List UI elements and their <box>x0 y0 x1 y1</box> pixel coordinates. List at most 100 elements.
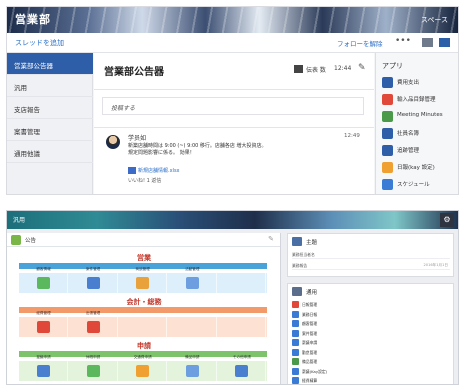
notice-icon <box>11 235 21 245</box>
member-icon[interactable] <box>294 65 303 73</box>
tracking-icon <box>382 145 393 156</box>
app-icon <box>292 348 299 356</box>
more-options-icon[interactable]: ••• <box>395 36 411 46</box>
section-title: 営業 <box>137 254 151 262</box>
topic-icon <box>292 237 302 246</box>
customer-icon <box>37 277 50 289</box>
space-title: 営業部 <box>15 13 51 26</box>
apps-card: 通用 日報管理 業務日報 顧客管理 案件管理 稟議申請 勤怠管理 備品管理 稟議(Kay設定)… <box>287 283 454 384</box>
app-label: 業務日報 <box>302 311 318 317</box>
space-label[interactable]: スペース <box>421 15 448 25</box>
portal-app-cell[interactable]: 経費管理 <box>19 311 68 337</box>
app-icon <box>292 339 299 346</box>
expense-icon <box>382 77 393 88</box>
gear-icon[interactable]: ⚙ <box>440 213 454 227</box>
portal-app-cell[interactable]: 案件管理 <box>69 267 118 293</box>
app-label: 追跡管理 <box>397 148 420 154</box>
portal-app-cell[interactable]: その他申請 <box>217 355 267 381</box>
portal-app-cell[interactable]: 顧客情報 <box>19 267 68 293</box>
sidebar-item-3[interactable]: 案書管理 <box>7 119 93 141</box>
portal-app-label: 休暇申請 <box>85 355 101 359</box>
portal-app-label: 商談管理 <box>135 267 150 271</box>
member-time: 12:44 <box>334 65 352 72</box>
post-body-line: 新築店舗時間は 9:00 (~) 9:00 移行。店舗各店 増大投資店。 <box>128 143 267 149</box>
app-icon <box>292 377 299 384</box>
meeting-icon <box>136 277 150 289</box>
app-item[interactable]: スケジュール <box>382 177 458 193</box>
sidebar-item-1[interactable]: 汎用 <box>7 75 93 97</box>
app-label: 費用支出 <box>397 80 420 86</box>
portal-app-cell[interactable]: 休暇申請 <box>69 355 118 381</box>
sidebar-item-4[interactable]: 通用他議 <box>7 141 93 163</box>
app-label: 勤怠管理 <box>302 349 318 355</box>
app-icon <box>292 358 299 365</box>
portal-app-cell[interactable]: 商談管理 <box>118 267 168 293</box>
space-title: 汎用 <box>13 217 26 224</box>
app-item[interactable]: 稟議申請 <box>292 338 450 348</box>
portal-app-cell[interactable]: 備品申請 <box>168 355 217 381</box>
unfollow-link[interactable]: フォローを解除 <box>337 38 383 48</box>
app-label: スケジュール <box>397 182 430 188</box>
thread-sidebar: 営業部公告器 汎用 支店報告 案書管理 通用他議 <box>7 53 93 194</box>
portal-app-cell[interactable]: 稟議申請 <box>19 355 68 381</box>
sidebar-item-2[interactable]: 支店報告 <box>7 97 93 119</box>
app-label: 輸入品目録管理 <box>397 97 436 103</box>
portal-app-label: 出張管理 <box>85 311 101 315</box>
apps-panel: アプリ 費用支出 輸入品目録管理 Meeting Minutes 社員名簿 追跡管理 日報… <box>375 53 458 194</box>
activity-icon <box>185 277 199 289</box>
app-icon <box>292 320 299 327</box>
section-title: 会計・総務 <box>126 298 162 306</box>
app-item[interactable]: 日報(kay 設定) <box>382 160 458 176</box>
portal-app-cell[interactable]: 出張管理 <box>69 311 118 337</box>
grid-view-icon[interactable] <box>439 38 450 47</box>
app-label: Meeting Minutes <box>397 112 443 118</box>
banner-image <box>7 7 458 33</box>
portal-app-cell <box>168 317 217 337</box>
portal-app-cell[interactable]: 交通費申請 <box>118 355 168 381</box>
trip-icon <box>86 321 100 333</box>
minutes-icon <box>382 111 393 122</box>
space-banner: 汎用 ⚙ <box>7 211 458 229</box>
post-body-line: 規定問題影響に係る。 効果！ <box>128 150 195 156</box>
app-label: 稟議申請 <box>302 340 318 345</box>
top-screenshot: 営業部 スペース スレッドを追加 フォローを解除 ••• 営業部公告器 汎用 支… <box>6 6 459 195</box>
list-view-icon[interactable] <box>422 38 433 47</box>
app-item[interactable]: 費用支出 <box>382 75 458 91</box>
thread-main: 営業部公告器 伝表 数 12:44 ✎ 投稿する 学员如 12:49 新築店舗時… <box>94 53 374 194</box>
app-item[interactable]: 経費精算 <box>292 376 450 384</box>
app-item[interactable]: 社員名簿 <box>382 126 458 142</box>
app-item[interactable]: 備品管理 <box>292 357 450 367</box>
portal-app-cell <box>118 317 168 337</box>
attachment-link[interactable]: 新規店舗情報.xlsx <box>138 167 180 174</box>
portal-app-cell <box>217 273 267 293</box>
edit-icon[interactable]: ✎ <box>268 235 274 243</box>
app-item[interactable]: 業務日報 <box>292 310 450 320</box>
edit-icon[interactable]: ✎ <box>358 63 366 73</box>
list-item[interactable]: 業務報告 2016年1月1日 <box>292 261 450 270</box>
app-item[interactable]: 日報管理 <box>292 300 450 310</box>
avatar[interactable] <box>106 135 120 149</box>
approval-icon <box>37 365 50 377</box>
portal-app-label: 交通費申請 <box>133 355 152 359</box>
app-item[interactable]: 稟議(Kay設定) <box>292 367 450 377</box>
portal-app-cell[interactable]: 活動管理 <box>168 267 217 293</box>
app-item[interactable]: 案件管理 <box>292 329 450 339</box>
app-item[interactable]: 追跡管理 <box>382 143 458 159</box>
compose-input[interactable]: 投稿する <box>102 97 364 115</box>
deal-icon <box>86 277 100 289</box>
daily-icon <box>382 162 393 173</box>
section-title: 申請 <box>137 342 151 350</box>
app-item[interactable]: 輸入品目録管理 <box>382 92 458 108</box>
sidebar-item-0[interactable]: 営業部公告器 <box>7 53 93 75</box>
add-thread-link[interactable]: スレッドを追加 <box>15 38 64 48</box>
app-item[interactable]: 勤怠管理 <box>292 348 450 358</box>
list-item[interactable]: 業務担当者名 <box>292 250 450 259</box>
post-author[interactable]: 学员如 <box>128 133 146 142</box>
app-item[interactable]: 顧客管理 <box>292 319 450 329</box>
post-actions[interactable]: いいね! 1 返信 <box>128 177 161 184</box>
portal-app-label: その他申請 <box>232 355 251 359</box>
topic-card: 主題 業務担当者名 業務報告 2016年1月1日 <box>287 233 454 277</box>
app-item[interactable]: Meeting Minutes <box>382 109 458 125</box>
app-label: 社員名簿 <box>397 131 420 137</box>
app-icon <box>292 367 299 375</box>
